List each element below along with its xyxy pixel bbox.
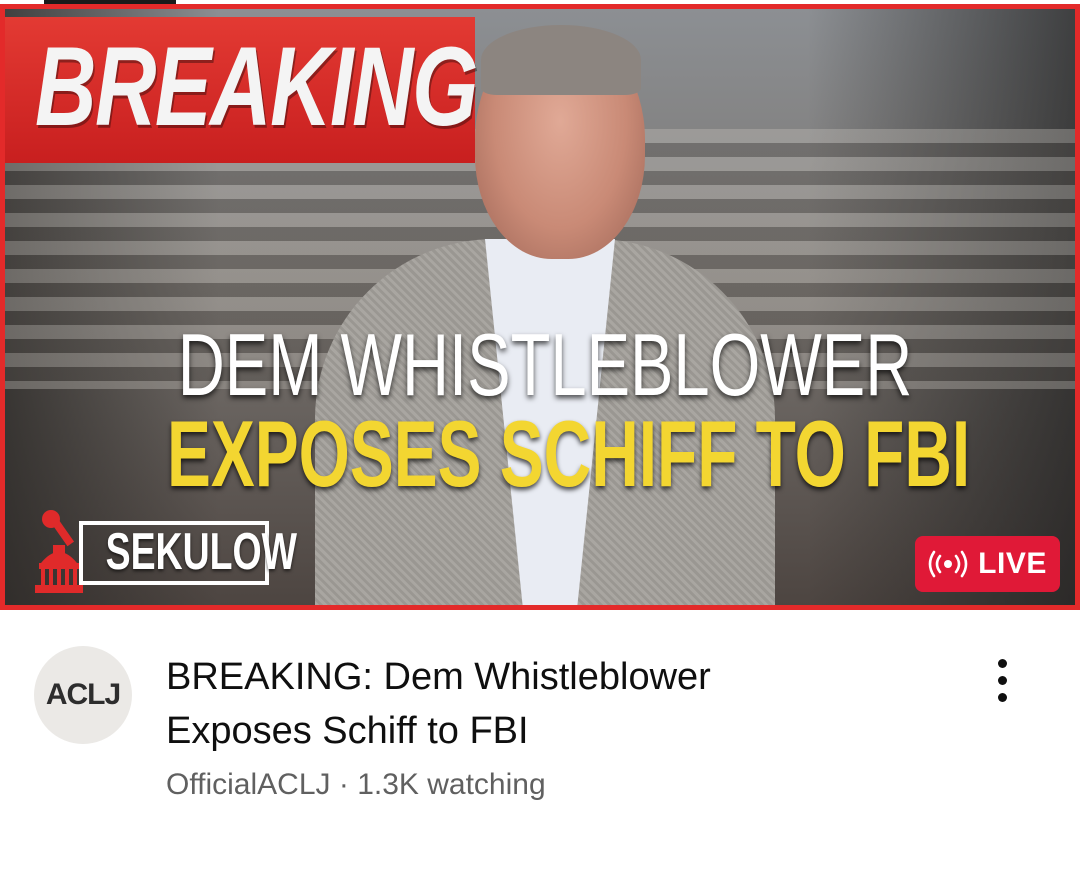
channel-avatar-text: ACLJ — [45, 678, 121, 711]
broadcast-icon — [928, 550, 968, 578]
video-title[interactable]: BREAKING: Dem Whistleblower Exposes Schi… — [166, 650, 906, 758]
channel-avatar[interactable]: ACLJ — [34, 646, 132, 744]
video-thumbnail[interactable]: BREAKING DEM WHISTLEBLOWER EXPOSES SCHIF… — [0, 4, 1080, 610]
sekulow-logo: SEKULOW — [29, 505, 297, 595]
person-hair — [481, 25, 641, 95]
video-card: BREAKING DEM WHISTLEBLOWER EXPOSES SCHIF… — [0, 0, 1080, 874]
meta-separator: · — [330, 768, 358, 801]
live-label: LIVE — [978, 547, 1047, 580]
more-vert-icon — [997, 692, 1007, 702]
breaking-banner: BREAKING — [5, 17, 478, 163]
more-vert-icon — [997, 658, 1007, 668]
more-vert-icon — [997, 675, 1007, 685]
thumbnail-headline-line2: EXPOSES SCHIFF TO FBI — [167, 401, 971, 506]
video-meta: OfficialACLJ · 1.3K watching — [166, 768, 546, 802]
thumbnail-headline-line1: DEM WHISTLEBLOWER — [177, 315, 913, 414]
video-title-line2: Exposes Schiff to FBI — [166, 710, 529, 752]
logo-text: SEKULOW — [105, 523, 297, 581]
video-title-line1: BREAKING: Dem Whistleblower — [166, 656, 711, 698]
watching-count: 1.3K watching — [357, 768, 546, 801]
live-badge: LIVE — [915, 536, 1060, 592]
channel-name[interactable]: OfficialACLJ — [166, 768, 331, 801]
breaking-label: BREAKING — [35, 24, 478, 149]
more-options-button[interactable] — [980, 650, 1024, 710]
